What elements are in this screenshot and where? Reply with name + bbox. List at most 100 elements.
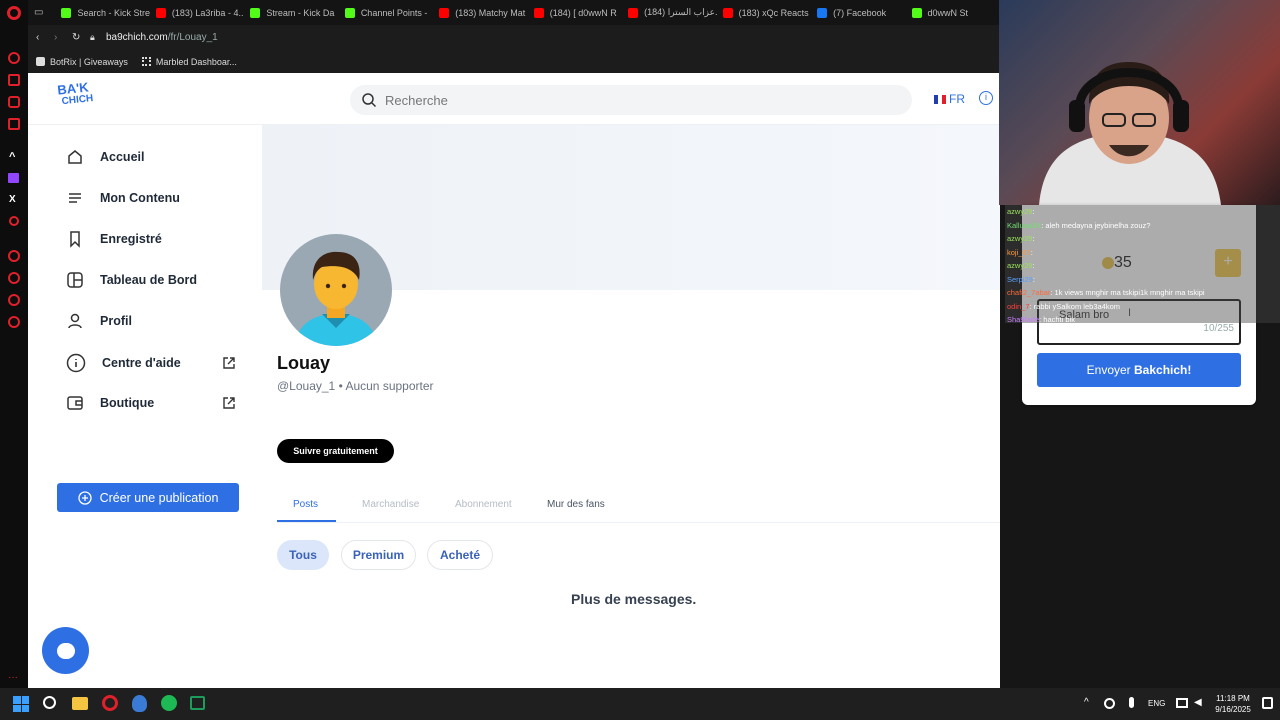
sidebar-messenger-icon[interactable]	[8, 118, 20, 130]
forward-icon[interactable]: ›	[54, 32, 72, 43]
back-icon[interactable]: ‹	[36, 32, 54, 43]
browser-tab[interactable]: Channel Points -	[339, 0, 433, 25]
reload-icon[interactable]: ↻	[72, 32, 90, 43]
tab-menu-icon[interactable]: ▭	[28, 7, 55, 18]
nav-item-tableau-de-bord[interactable]: Tableau de Bord	[66, 271, 236, 289]
left-navigation: Accueil Mon Contenu Enregistré Tableau d…	[28, 125, 262, 688]
tray-mic-icon[interactable]	[1129, 697, 1134, 708]
plus-circle-icon	[77, 490, 92, 505]
address-bar: ‹ › ↻ 🔒︎ ba9chich.com/fr/Louay_1	[28, 25, 1000, 50]
tab-label: (7) Facebook	[833, 7, 887, 18]
nav-item-centre-aide[interactable]: Centre d'aide	[66, 353, 236, 373]
chat-widget-button[interactable]	[42, 627, 89, 674]
filter-tous[interactable]: Tous	[277, 540, 329, 570]
sidebar-kick-icon[interactable]: ^	[9, 151, 15, 163]
avatar[interactable]	[280, 234, 392, 346]
nav-item-profil[interactable]: Profil	[66, 312, 236, 330]
url-field[interactable]: ba9chich.com/fr/Louay_1	[106, 32, 218, 43]
nav-item-accueil[interactable]: Accueil	[66, 148, 236, 166]
browser-tab[interactable]: (183) La3riba - 4...	[150, 0, 244, 25]
profile-name: Louay	[277, 353, 331, 373]
nav-label: Tableau de Bord	[100, 273, 198, 287]
nav-label: Boutique	[100, 396, 155, 410]
tab-favicon-icon	[722, 7, 733, 18]
webcam-feed	[999, 0, 1280, 205]
url-path: /fr/Louay_1	[167, 32, 218, 43]
browser-tab[interactable]: Stream - Kick Da	[244, 0, 338, 25]
browser-tab[interactable]: (184) [ d0wwN R	[528, 0, 622, 25]
create-post-button[interactable]: Créer une publication	[57, 483, 239, 512]
sidebar-extra-icon[interactable]	[9, 216, 19, 226]
sidebar-twitch-icon[interactable]	[8, 173, 19, 183]
chat-text: aleh medayna jeybinelha zouz?	[1045, 220, 1151, 230]
language-selector[interactable]: FR	[934, 92, 965, 106]
flag-fr-icon	[934, 94, 946, 104]
search-bar[interactable]: Recherche	[350, 85, 912, 115]
browser-tab[interactable]: (7) Facebook	[811, 0, 905, 25]
bookmark-marbled[interactable]: Marbled Dashboar...	[141, 57, 237, 67]
browser-tab[interactable]: d0wwN St	[906, 0, 1000, 25]
taskbar-search-icon[interactable]	[43, 696, 56, 709]
opera-logo-icon[interactable]	[7, 6, 21, 20]
filter-achete[interactable]: Acheté	[427, 540, 493, 570]
sidebar-aria-icon[interactable]	[8, 52, 20, 64]
chat-username: azwy29	[1007, 261, 1033, 270]
bookmark-botrix[interactable]: BotRix | Giveaways	[36, 57, 128, 67]
tab-favicon-icon	[155, 7, 166, 18]
sidebar-history-icon[interactable]	[8, 250, 20, 262]
send-brand: Bakchich!	[1134, 363, 1192, 377]
dashboard-icon	[67, 272, 83, 288]
tray-network-icon[interactable]	[1176, 698, 1188, 708]
notification-icon[interactable]	[1262, 697, 1273, 709]
chat-text: 1k views mnghir ma tskipi1k mnghir ma ts…	[1054, 288, 1205, 297]
tabs-divider	[277, 522, 1000, 523]
tab-abonnement[interactable]: Abonnement	[455, 499, 512, 510]
tab-label: Search - Kick Stre	[77, 7, 150, 18]
profile-handle: @Louay_1	[277, 379, 336, 393]
tray-volume-icon[interactable]: ◀	[1194, 697, 1202, 708]
tray-time: 11:18 PM	[1216, 694, 1250, 703]
sidebar-settings-icon[interactable]	[8, 316, 20, 328]
tab-marchandise[interactable]: Marchandise	[362, 499, 419, 510]
browser-tab[interactable]: (184) عزاب السترا...	[622, 0, 717, 25]
sidebar-bag-icon[interactable]	[8, 74, 20, 86]
sidebar-x-icon[interactable]: X	[9, 194, 16, 205]
chat-message: odin_7: rabbi ySalkom leb3a4kom	[1007, 301, 1120, 311]
sidebar-more-icon[interactable]: ···	[8, 672, 18, 683]
follow-button[interactable]: Suivre gratuitement	[277, 439, 394, 463]
nav-item-enregistre[interactable]: Enregistré	[66, 230, 236, 248]
webcam-person	[1039, 62, 1221, 205]
language-label: FR	[949, 92, 965, 106]
tray-sync-icon[interactable]	[1104, 698, 1115, 709]
tray-chevron-icon[interactable]: ^	[1084, 697, 1089, 708]
site-logo[interactable]: BA'K CHICH	[57, 79, 109, 108]
nav-item-mon-contenu[interactable]: Mon Contenu	[66, 189, 236, 207]
browser-tab[interactable]: Search - Kick Stre	[55, 0, 150, 25]
windows-start-icon[interactable]	[13, 696, 29, 712]
excel-taskbar-icon[interactable]	[190, 696, 205, 710]
file-explorer-icon[interactable]	[72, 697, 88, 710]
info-icon[interactable]: i	[979, 91, 993, 105]
tab-mur-des-fans[interactable]: Mur des fans	[547, 499, 605, 510]
send-bakchich-button[interactable]: Envoyer Bakchich!	[1037, 353, 1241, 387]
nav-item-boutique[interactable]: Boutique	[66, 394, 236, 412]
sidebar-chat-icon[interactable]	[8, 294, 20, 306]
tab-label: (184) [ d0wwN R	[549, 7, 617, 18]
sidebar-youtube-icon[interactable]	[8, 96, 20, 108]
filter-premium[interactable]: Premium	[341, 540, 416, 570]
chat-text: hachti bik	[1043, 315, 1075, 324]
tray-clock[interactable]: 11:18 PM 9/16/2025	[1212, 693, 1254, 715]
chat-bubble-icon	[56, 642, 75, 659]
bookmarks-bar: BotRix | Giveaways Marbled Dashboar...	[28, 50, 1000, 73]
browser-tab[interactable]: (183) xQc Reacts	[717, 0, 811, 25]
sidebar-clock-icon[interactable]	[8, 272, 20, 284]
tray-language[interactable]: ENG	[1148, 699, 1165, 708]
app-taskbar-icon[interactable]	[132, 695, 147, 712]
browser-tab[interactable]: (183) Matchy Mat	[433, 0, 527, 25]
opera-taskbar-icon[interactable]	[102, 695, 118, 711]
spotify-taskbar-icon[interactable]	[161, 695, 177, 711]
wallet-icon	[67, 396, 83, 410]
tab-posts[interactable]: Posts	[293, 499, 318, 510]
lock-icon: 🔒︎	[90, 32, 95, 42]
profile-subtitle: @Louay_1 • Aucun supporter	[277, 379, 434, 393]
